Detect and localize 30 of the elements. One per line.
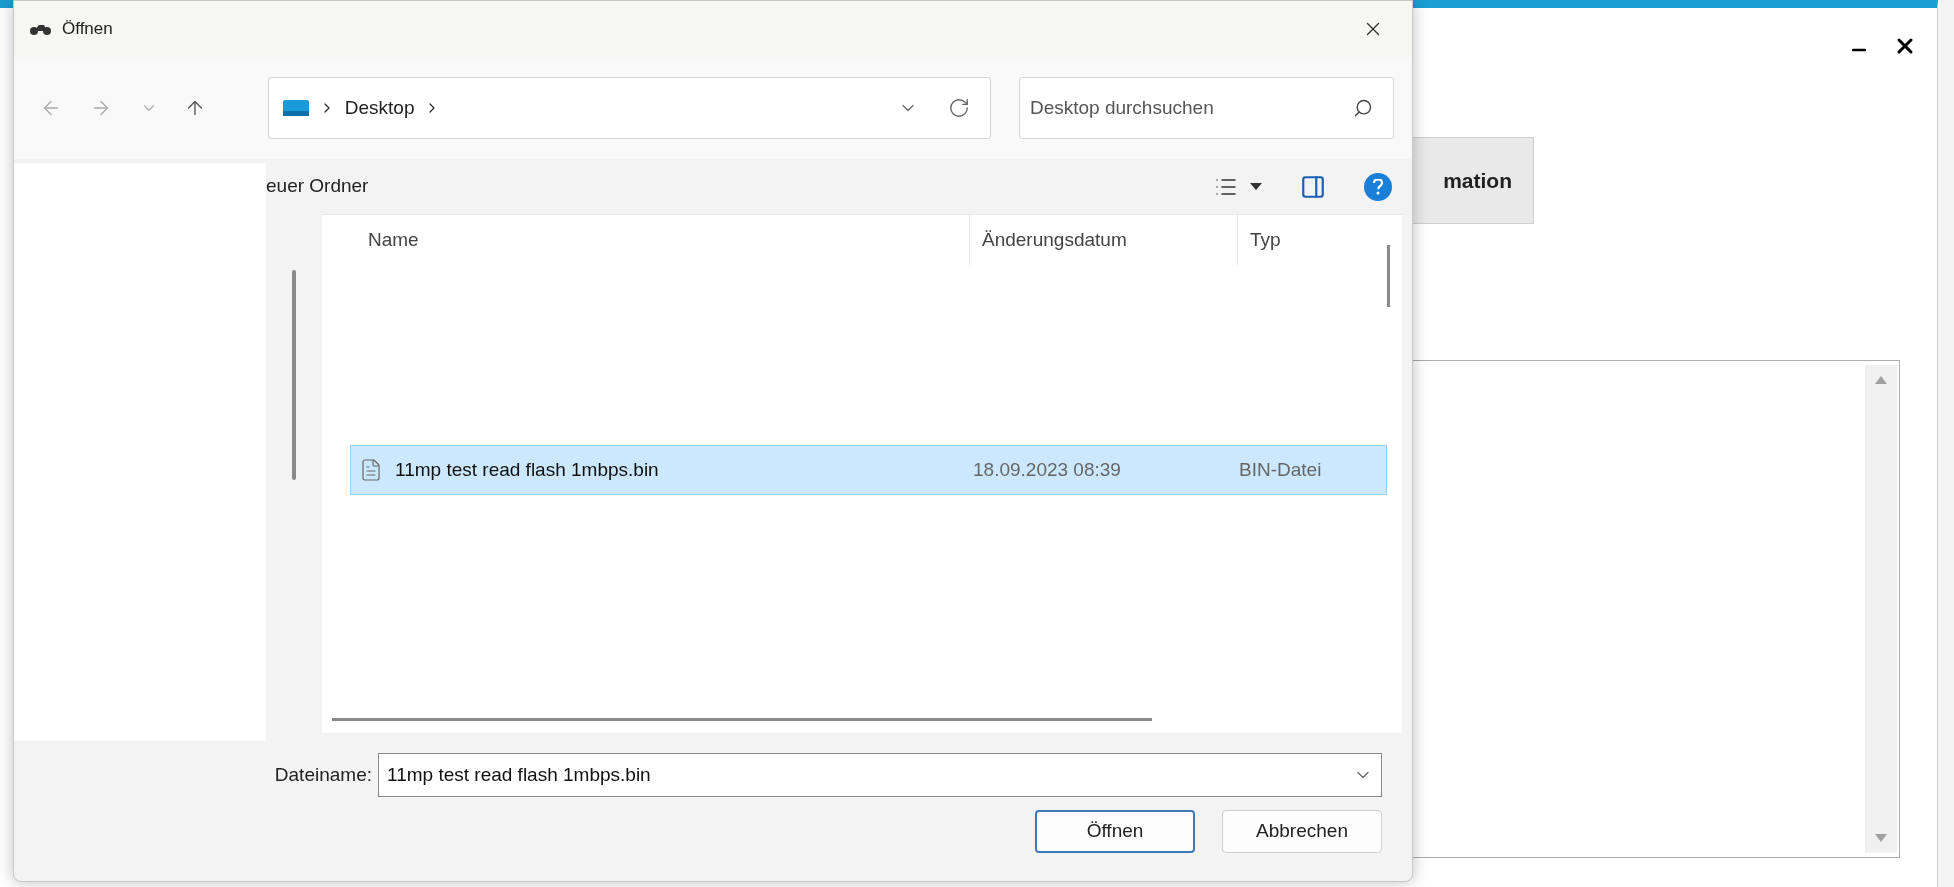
dialog-button[interactable]: Abbrechen: [1222, 810, 1382, 853]
file-type: BIN-Datei: [1239, 457, 1322, 482]
preview-pane-icon[interactable]: [1300, 173, 1326, 200]
window-title: Öffnen: [62, 18, 113, 41]
column-header[interactable]: Änderungsdatum: [970, 215, 1238, 265]
dropdown-icon[interactable]: [1250, 182, 1262, 191]
file-date: 18.09.2023 08:39: [973, 457, 1122, 482]
address-bar[interactable]: Desktop: [267, 77, 991, 139]
filename-label: Dateiname:: [274, 762, 372, 787]
search-icon[interactable]: [1353, 98, 1373, 118]
search-input[interactable]: Desktop durchsuchen: [1029, 93, 1353, 123]
help-icon[interactable]: [1364, 172, 1392, 201]
app-icon: [30, 22, 52, 36]
new-folder-button[interactable]: euer Ordner: [266, 172, 369, 201]
file-icon: [359, 457, 383, 483]
filename-input[interactable]: 11mp test read flash 1mbps.bin: [387, 760, 1353, 790]
breadcrumb[interactable]: Desktop: [344, 93, 415, 123]
dialog-button[interactable]: Öffnen: [1035, 810, 1195, 853]
filename-field[interactable]: 11mp test read flash 1mbps.bin: [378, 753, 1382, 797]
column-header[interactable]: Name: [322, 215, 970, 265]
vertical-scrollbar[interactable]: [1387, 245, 1390, 307]
desktop-icon: [282, 99, 309, 117]
search-field[interactable]: Desktop durchsuchen: [1018, 77, 1394, 139]
scrollbar[interactable]: [1865, 365, 1897, 853]
file-name: 11mp test read flash 1mbps.bin: [395, 457, 660, 482]
scroll-down-icon[interactable]: [1874, 833, 1888, 843]
horizontal-scrollbar[interactable]: [332, 717, 1152, 721]
refresh-icon[interactable]: [947, 97, 970, 119]
file-row[interactable]: 11mp test read flash 1mbps.bin 18.09.2023 08:39 BIN-Datei: [350, 445, 1387, 495]
scroll-up-icon[interactable]: [1874, 375, 1888, 385]
